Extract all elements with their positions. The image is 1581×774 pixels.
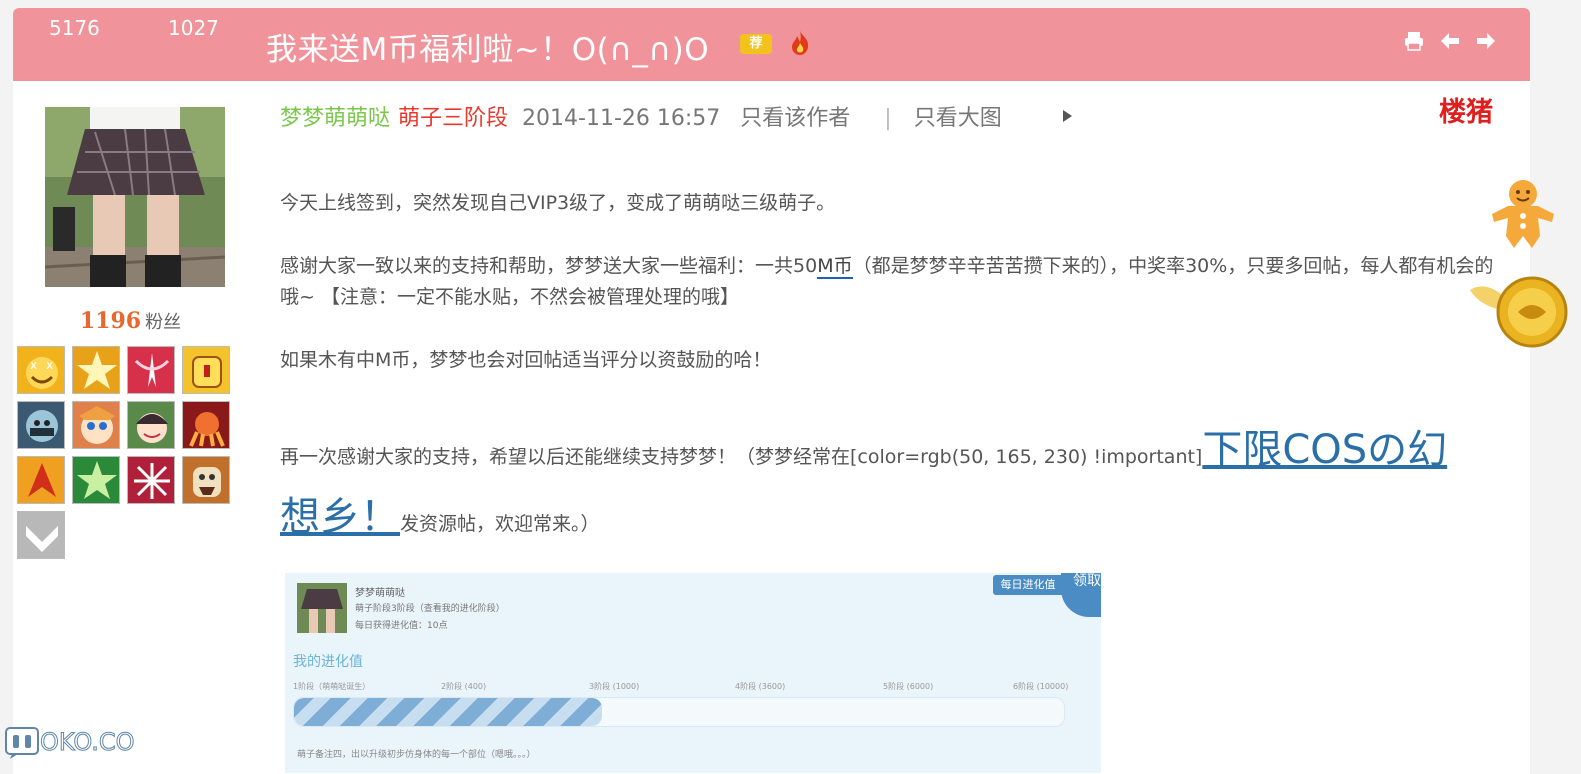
separator: | [884,106,892,131]
medal-icon[interactable] [72,401,120,449]
shot-tick: 2阶段 (400) [441,682,487,691]
medal-icon[interactable] [72,346,120,394]
medal-icon[interactable]: xx [17,346,65,394]
gingerbread-mascot-icon[interactable] [1486,176,1560,250]
next-thread-icon[interactable] [1475,30,1497,52]
post-card: 5176 1027 我来送M币福利啦~！O(∩_∩)O 荐 1196 粉丝 x … [13,8,1530,774]
hot-flame-icon [792,31,809,55]
medal-icon[interactable] [17,401,65,449]
shot-progress-bar [293,697,1065,727]
shot-tick: 3阶段 (1000) [589,682,640,691]
shot-daily: 每日获得进化值：10点 [355,621,448,631]
user-avatar[interactable] [45,107,225,287]
play-triangle-icon[interactable] [1063,110,1072,122]
paragraph-2: 感谢大家一致以来的支持和帮助，梦梦送大家一些福利：一共50M币（都是梦梦辛辛苦苦… [280,251,1495,313]
shot-username: 梦梦萌萌哒 [355,588,405,599]
shot-tick: 5阶段 (6000) [883,682,934,691]
fans-stat: 1196 粉丝 [13,308,248,334]
only-author-link[interactable]: 只看该作者 [740,106,850,131]
paragraph-4-text: 再一次感谢大家的支持，希望以后还能继续支持梦梦！（梦梦经常在[color=rgb… [280,446,1203,468]
floor-tag: 楼猪 [1439,97,1493,128]
fans-count: 1196 [79,308,142,334]
medal-icon[interactable] [182,456,230,504]
previous-thread-icon[interactable] [1439,30,1461,52]
shot-tick: 4阶段 (3600) [735,682,786,691]
site-logo-text[interactable]: OKO.CO [40,728,136,757]
shot-daily-button: 每日进化值 [993,575,1063,595]
shot-claim-button: 领取 [1061,573,1101,617]
shot-tick: 6阶段 (10000) [1013,682,1069,691]
paragraph-4-text-b: 发资源帖，欢迎常来。） [400,513,600,535]
medal-icon[interactable] [182,401,230,449]
m-coin-link[interactable]: M币 [817,255,853,279]
author-rank: 萌子三阶段 [398,106,509,131]
paragraph-2-text: 感谢大家一致以来的支持和帮助，梦梦送大家一些福利：一共50 [280,255,818,277]
medal-icon[interactable] [127,346,175,394]
fans-label: 粉丝 [145,312,182,333]
view-count: 5176 [49,16,100,40]
thumb-avatar [297,583,347,633]
medal-icon[interactable] [127,456,175,504]
post-time: 2014-11-26 16:57 [522,106,721,131]
author-name[interactable]: 梦梦萌萌哒 [280,106,390,131]
only-images-link[interactable]: 只看大图 [914,106,1002,131]
medal-icon[interactable] [182,346,230,394]
paragraph-3: 如果木有中M币，梦梦也会对回帖适当评分以资鼓励的哈！ [280,349,772,371]
recommend-badge: 荐 [740,34,772,54]
embedded-screenshot: 梦梦萌萌哒 萌子阶段3阶段（查看我的进化阶段） 每日获得进化值：10点 每日进化… [285,573,1101,773]
shot-tick: 1阶段（萌萌哒诞生） [293,682,371,691]
paragraph-1: 今天上线签到，突然发现自己VIP3级了，变成了萌萌哒三级萌子。 [280,192,836,214]
svg-text:x: x [30,358,37,372]
paragraph-4: 再一次感谢大家的支持，希望以后还能继续支持梦梦！（梦梦经常在[color=rgb… [280,420,1480,554]
medal-icon[interactable] [127,401,175,449]
post-title: 我来送M币福利啦~！O(∩_∩)O [266,32,710,68]
shot-section-title: 我的进化值 [293,654,363,670]
svg-text:x: x [46,358,53,372]
medal-icon[interactable] [17,456,65,504]
print-icon[interactable] [1403,30,1425,52]
angel-coin-icon[interactable] [1466,270,1572,352]
post-meta: 梦梦萌萌哒 萌子三阶段 2014-11-26 16:57 只看该作者 | 只看大图 [280,100,1002,132]
medal-icon[interactable] [17,511,65,559]
post-header: 5176 1027 我来送M币福利啦~！O(∩_∩)O 荐 [13,8,1530,81]
shot-progress-fill [294,698,602,726]
shot-footer: 萌子备注四，出以升级初步仿身体的每一个部位（嗯哦。。。） [297,750,536,760]
site-logo-icon[interactable] [4,726,40,760]
shot-stage: 萌子阶段3阶段（查看我的进化阶段） [355,604,505,614]
medal-icon[interactable] [72,456,120,504]
reply-count: 1027 [168,16,219,40]
